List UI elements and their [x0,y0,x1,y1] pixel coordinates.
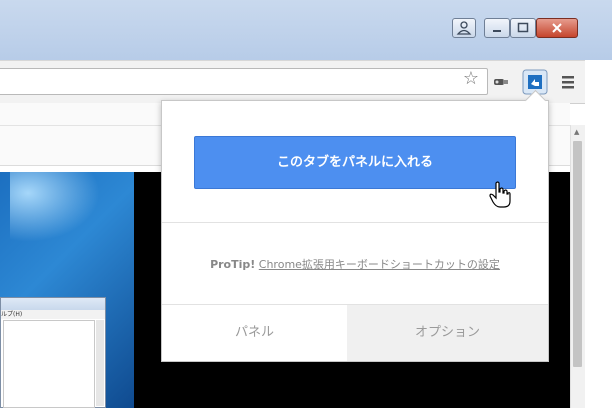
scroll-up-icon[interactable]: ▲ [574,128,579,136]
extension-popup: このタブをパネルに入れる ProTip! Chrome拡張用キーボードショートカ… [161,89,549,362]
hand-cursor-icon [489,181,511,208]
mini-window-body [3,320,95,408]
page-scrollbar[interactable]: ▲ [570,125,585,408]
tab-options[interactable]: オプション [347,305,548,361]
menu-icon[interactable] [558,72,578,92]
close-icon[interactable] [536,18,578,38]
protip-label: ProTip! [210,258,256,271]
protip: ProTip! Chrome拡張用キーボードショートカットの設定 [162,256,548,272]
mini-window-titlebar [1,298,105,310]
mini-window-menu: ルプ(H) [1,310,105,319]
extension-icon[interactable] [491,72,511,92]
mini-window: ルプ(H) [0,297,106,408]
bookmark-star-icon[interactable]: ☆ [461,69,481,89]
wallpaper-glow [10,172,100,242]
maximize-icon[interactable] [510,18,536,38]
put-tab-in-panel-button[interactable]: このタブをパネルに入れる [194,136,516,189]
mini-window-scrollbar [96,320,104,406]
address-bar[interactable] [0,68,488,95]
browser-toolbar: ☆ [0,60,612,104]
scrollbar-thumb[interactable] [573,141,582,367]
minimize-icon[interactable] [484,18,510,38]
window-titlebar [0,0,612,60]
divider [162,222,548,223]
tab-panel[interactable]: パネル [162,305,347,361]
window-edge [585,60,612,408]
user-icon[interactable] [452,18,476,38]
shortcut-settings-link[interactable]: Chrome拡張用キーボードショートカットの設定 [259,258,500,271]
